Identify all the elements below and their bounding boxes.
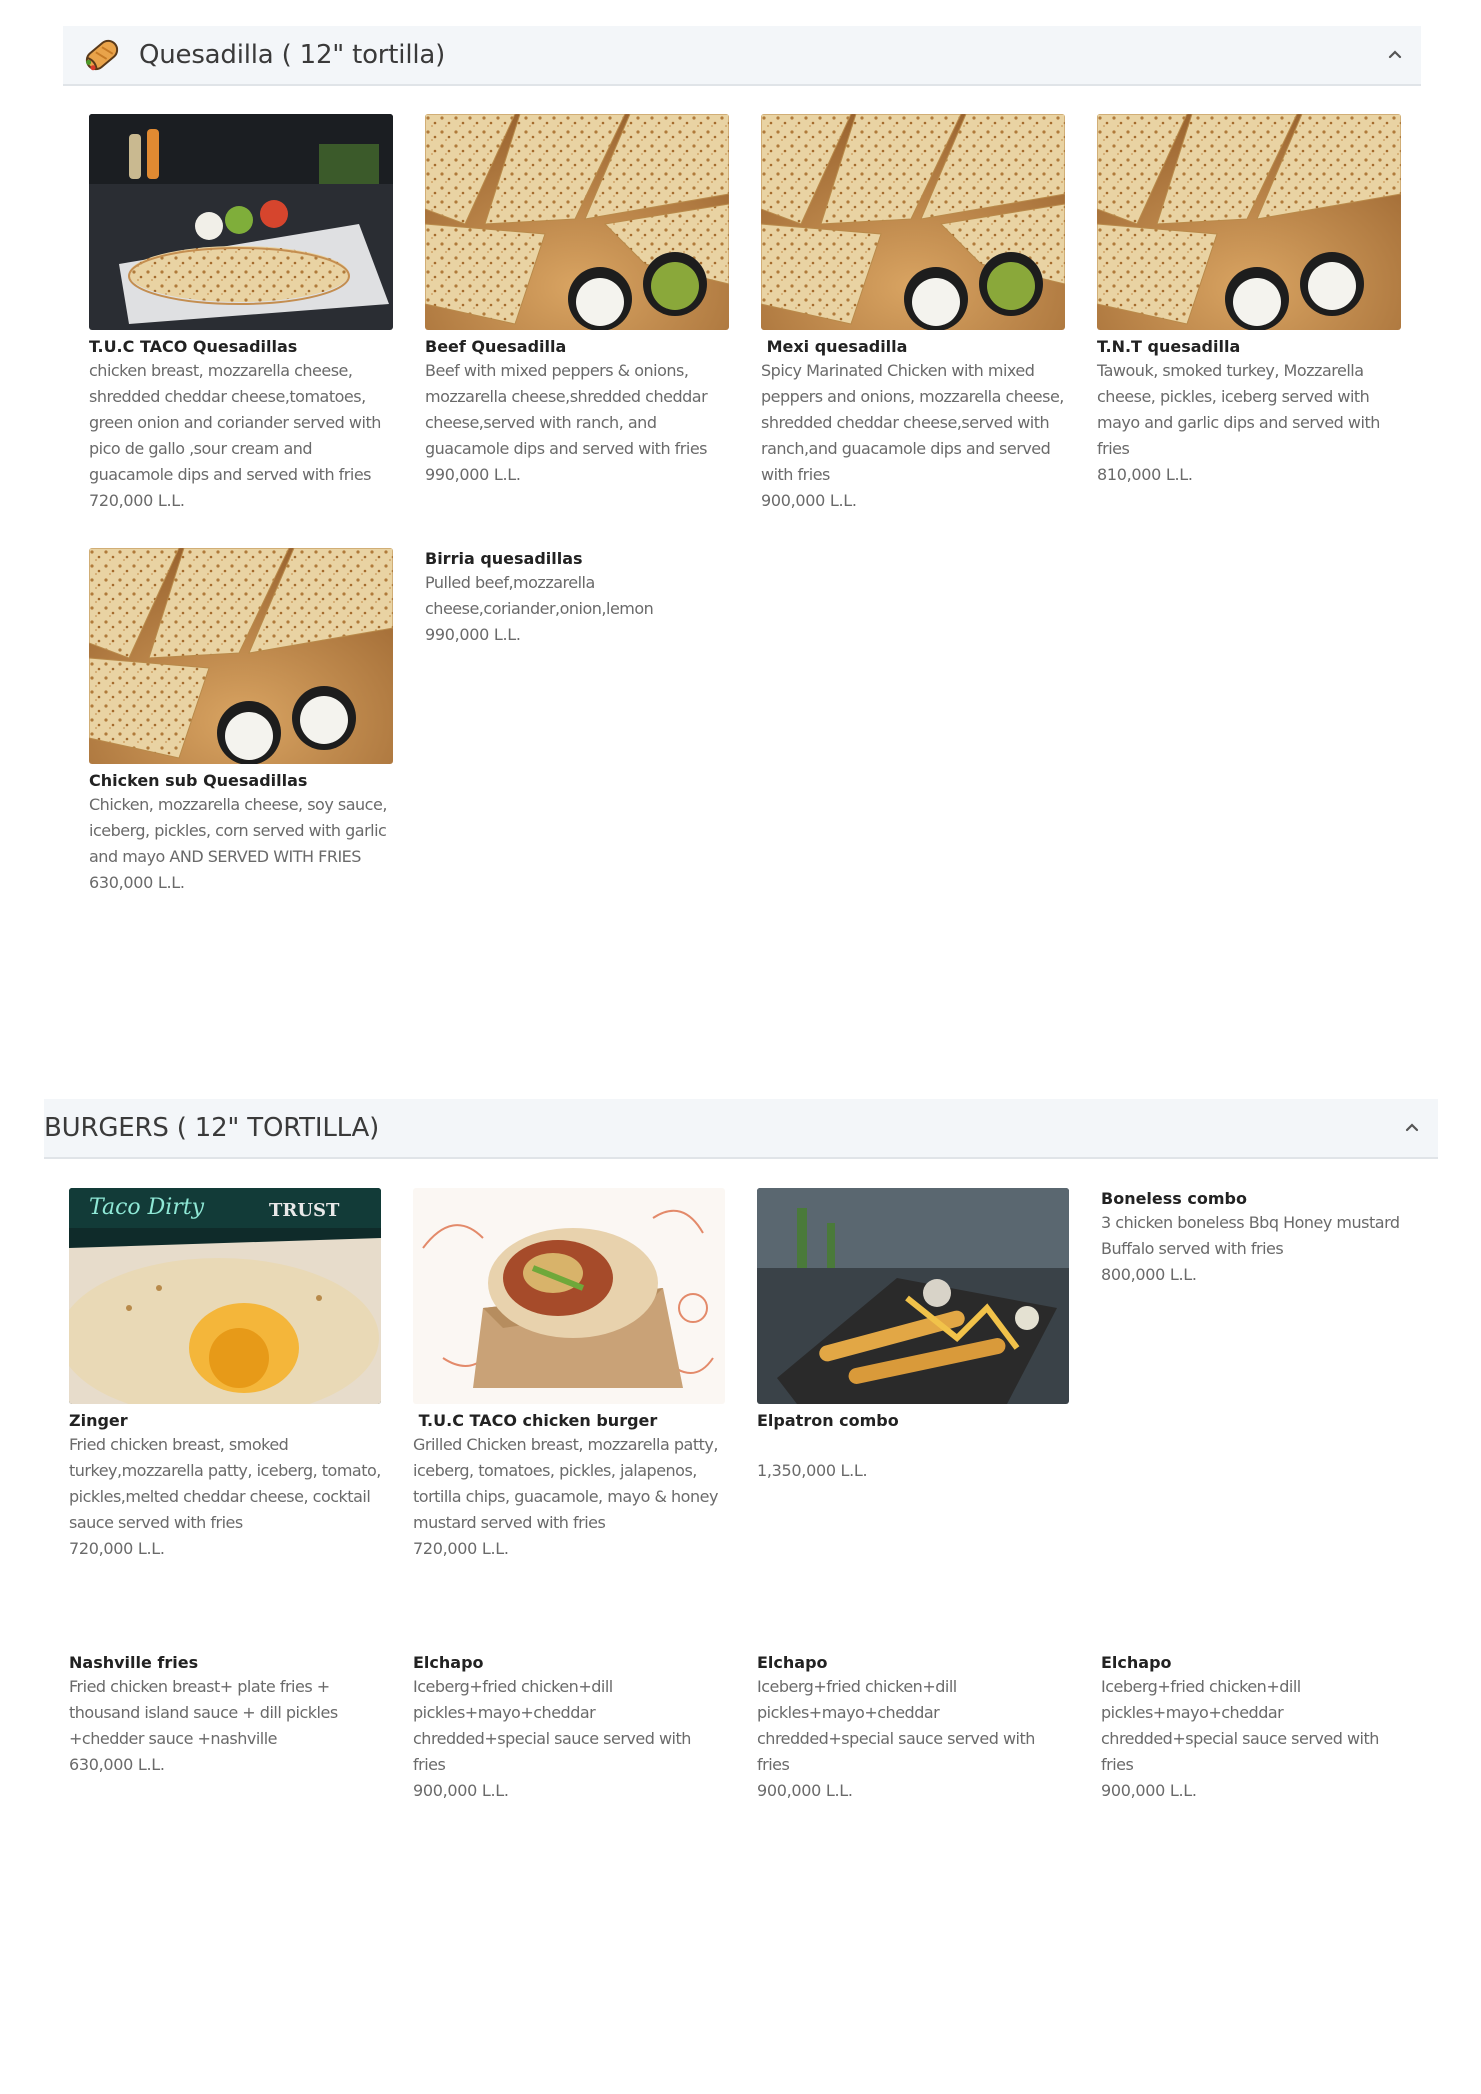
menu-item[interactable]: Elchapo Iceberg+fried chicken+dill pickl… [1101,1652,1413,1804]
item-description: Chicken, mozzarella cheese, soy sauce, i… [89,795,387,866]
item-description: Fried chicken breast+ plate fries + thou… [69,1677,338,1748]
menu-item[interactable]: Taco Dirty TRUST Zinger Fried chicken br… [69,1188,381,1562]
item-price: 990,000 L.L. [425,625,521,644]
menu-item[interactable]: T.U.C TACO chicken burger Grilled Chicke… [413,1188,725,1562]
item-price: 900,000 L.L. [761,491,857,510]
section-title: BURGERS ( 12" TORTILLA) [44,1113,380,1143]
item-name: T.U.C TACO Quesadillas [89,337,298,356]
item-description: Iceberg+fried chicken+dill pickles+mayo+… [757,1677,1035,1774]
item-name: Elchapo [413,1653,484,1672]
quesadilla-wedges-photo [1097,114,1401,330]
quesadilla-wedges-photo [425,114,729,330]
item-price: 630,000 L.L. [89,873,185,892]
item-name: T.U.C TACO chicken burger [413,1411,658,1430]
quesadilla-section: Quesadilla ( 12" tortilla) T.U.C TACO Qu… [63,26,1421,892]
item-description: Spicy Marinated Chicken with mixed peppe… [761,361,1064,484]
item-name: T.N.T quesadilla [1097,337,1241,356]
item-name: Mexi quesadilla [761,337,908,356]
item-description: Grilled Chicken breast, mozzarella patty… [413,1435,718,1532]
item-name: Elchapo [757,1653,828,1672]
item-description: 3 chicken boneless Bbq Honey mustard Buf… [1101,1213,1400,1258]
menu-item[interactable]: Chicken sub Quesadillas Chicken, mozzare… [89,548,393,896]
chevron-up-icon[interactable] [1383,42,1407,66]
item-name: Elpatron combo [757,1411,899,1430]
item-price: 720,000 L.L. [89,491,185,510]
item-description: Tawouk, smoked turkey, Mozzarella cheese… [1097,361,1380,458]
item-price: 900,000 L.L. [757,1781,853,1800]
item-name: Nashville fries [69,1653,199,1672]
item-name: Chicken sub Quesadillas [89,771,308,790]
item-name: Birria quesadillas [425,549,583,568]
menu-item[interactable]: Mexi quesadilla Spicy Marinated Chicken … [761,114,1065,514]
item-description: Fried chicken breast, smoked turkey,mozz… [69,1435,381,1532]
wrap-photo [413,1188,725,1404]
menu-item[interactable]: Elchapo Iceberg+fried chicken+dill pickl… [413,1652,725,1804]
item-description: chicken breast, mozzarella cheese, shred… [89,361,381,484]
item-price: 630,000 L.L. [69,1755,165,1774]
menu-item[interactable]: Beef Quesadilla Beef with mixed peppers … [425,114,729,488]
menu-item[interactable]: Nashville fries Fried chicken breast+ pl… [69,1652,381,1778]
burrito-icon [85,39,119,71]
item-name: Beef Quesadilla [425,337,567,356]
item-price: 900,000 L.L. [1101,1781,1197,1800]
svg-text:TRUST: TRUST [269,1200,340,1221]
zinger-photo: Taco Dirty TRUST [69,1188,381,1404]
item-price: 720,000 L.L. [413,1539,509,1558]
section-title: Quesadilla ( 12" tortilla) [139,40,446,70]
item-description: Pulled beef,mozzarella cheese,coriander,… [425,573,654,618]
item-price: 720,000 L.L. [69,1539,165,1558]
item-price: 800,000 L.L. [1101,1265,1197,1284]
svg-text:Taco Dirty: Taco Dirty [89,1195,205,1220]
quesadilla-platter-photo [89,114,393,330]
menu-item[interactable]: Elpatron combo 1,350,000 L.L. [757,1188,1069,1484]
quesadilla-wedges-photo [89,548,393,764]
item-price: 1,350,000 L.L. [757,1461,868,1480]
item-description: Iceberg+fried chicken+dill pickles+mayo+… [1101,1677,1379,1774]
combo-platter-photo [757,1188,1069,1404]
menu-item[interactable]: Elchapo Iceberg+fried chicken+dill pickl… [757,1652,1069,1804]
menu-item[interactable]: Boneless combo 3 chicken boneless Bbq Ho… [1101,1188,1413,1288]
item-description: Beef with mixed peppers & onions, mozzar… [425,361,708,458]
quesadilla-wedges-photo [761,114,1065,330]
burgers-section: BURGERS ( 12" TORTILLA) Taco Dirty TRUST… [44,1099,1438,1800]
chevron-up-icon[interactable] [1400,1115,1424,1139]
item-price: 900,000 L.L. [413,1781,509,1800]
quesadilla-section-header[interactable]: Quesadilla ( 12" tortilla) [63,26,1421,86]
item-name: Elchapo [1101,1653,1172,1672]
menu-item[interactable]: T.N.T quesadilla Tawouk, smoked turkey, … [1097,114,1401,488]
item-description: Iceberg+fried chicken+dill pickles+mayo+… [413,1677,691,1774]
item-description [757,1432,1069,1458]
item-name: Zinger [69,1411,128,1430]
menu-item[interactable]: T.U.C TACO Quesadillas chicken breast, m… [89,114,393,514]
menu-item[interactable]: Birria quesadillas Pulled beef,mozzarell… [425,548,729,648]
item-price: 990,000 L.L. [425,465,521,484]
burgers-section-header[interactable]: BURGERS ( 12" TORTILLA) [44,1099,1438,1159]
item-name: Boneless combo [1101,1189,1247,1208]
item-price: 810,000 L.L. [1097,465,1193,484]
